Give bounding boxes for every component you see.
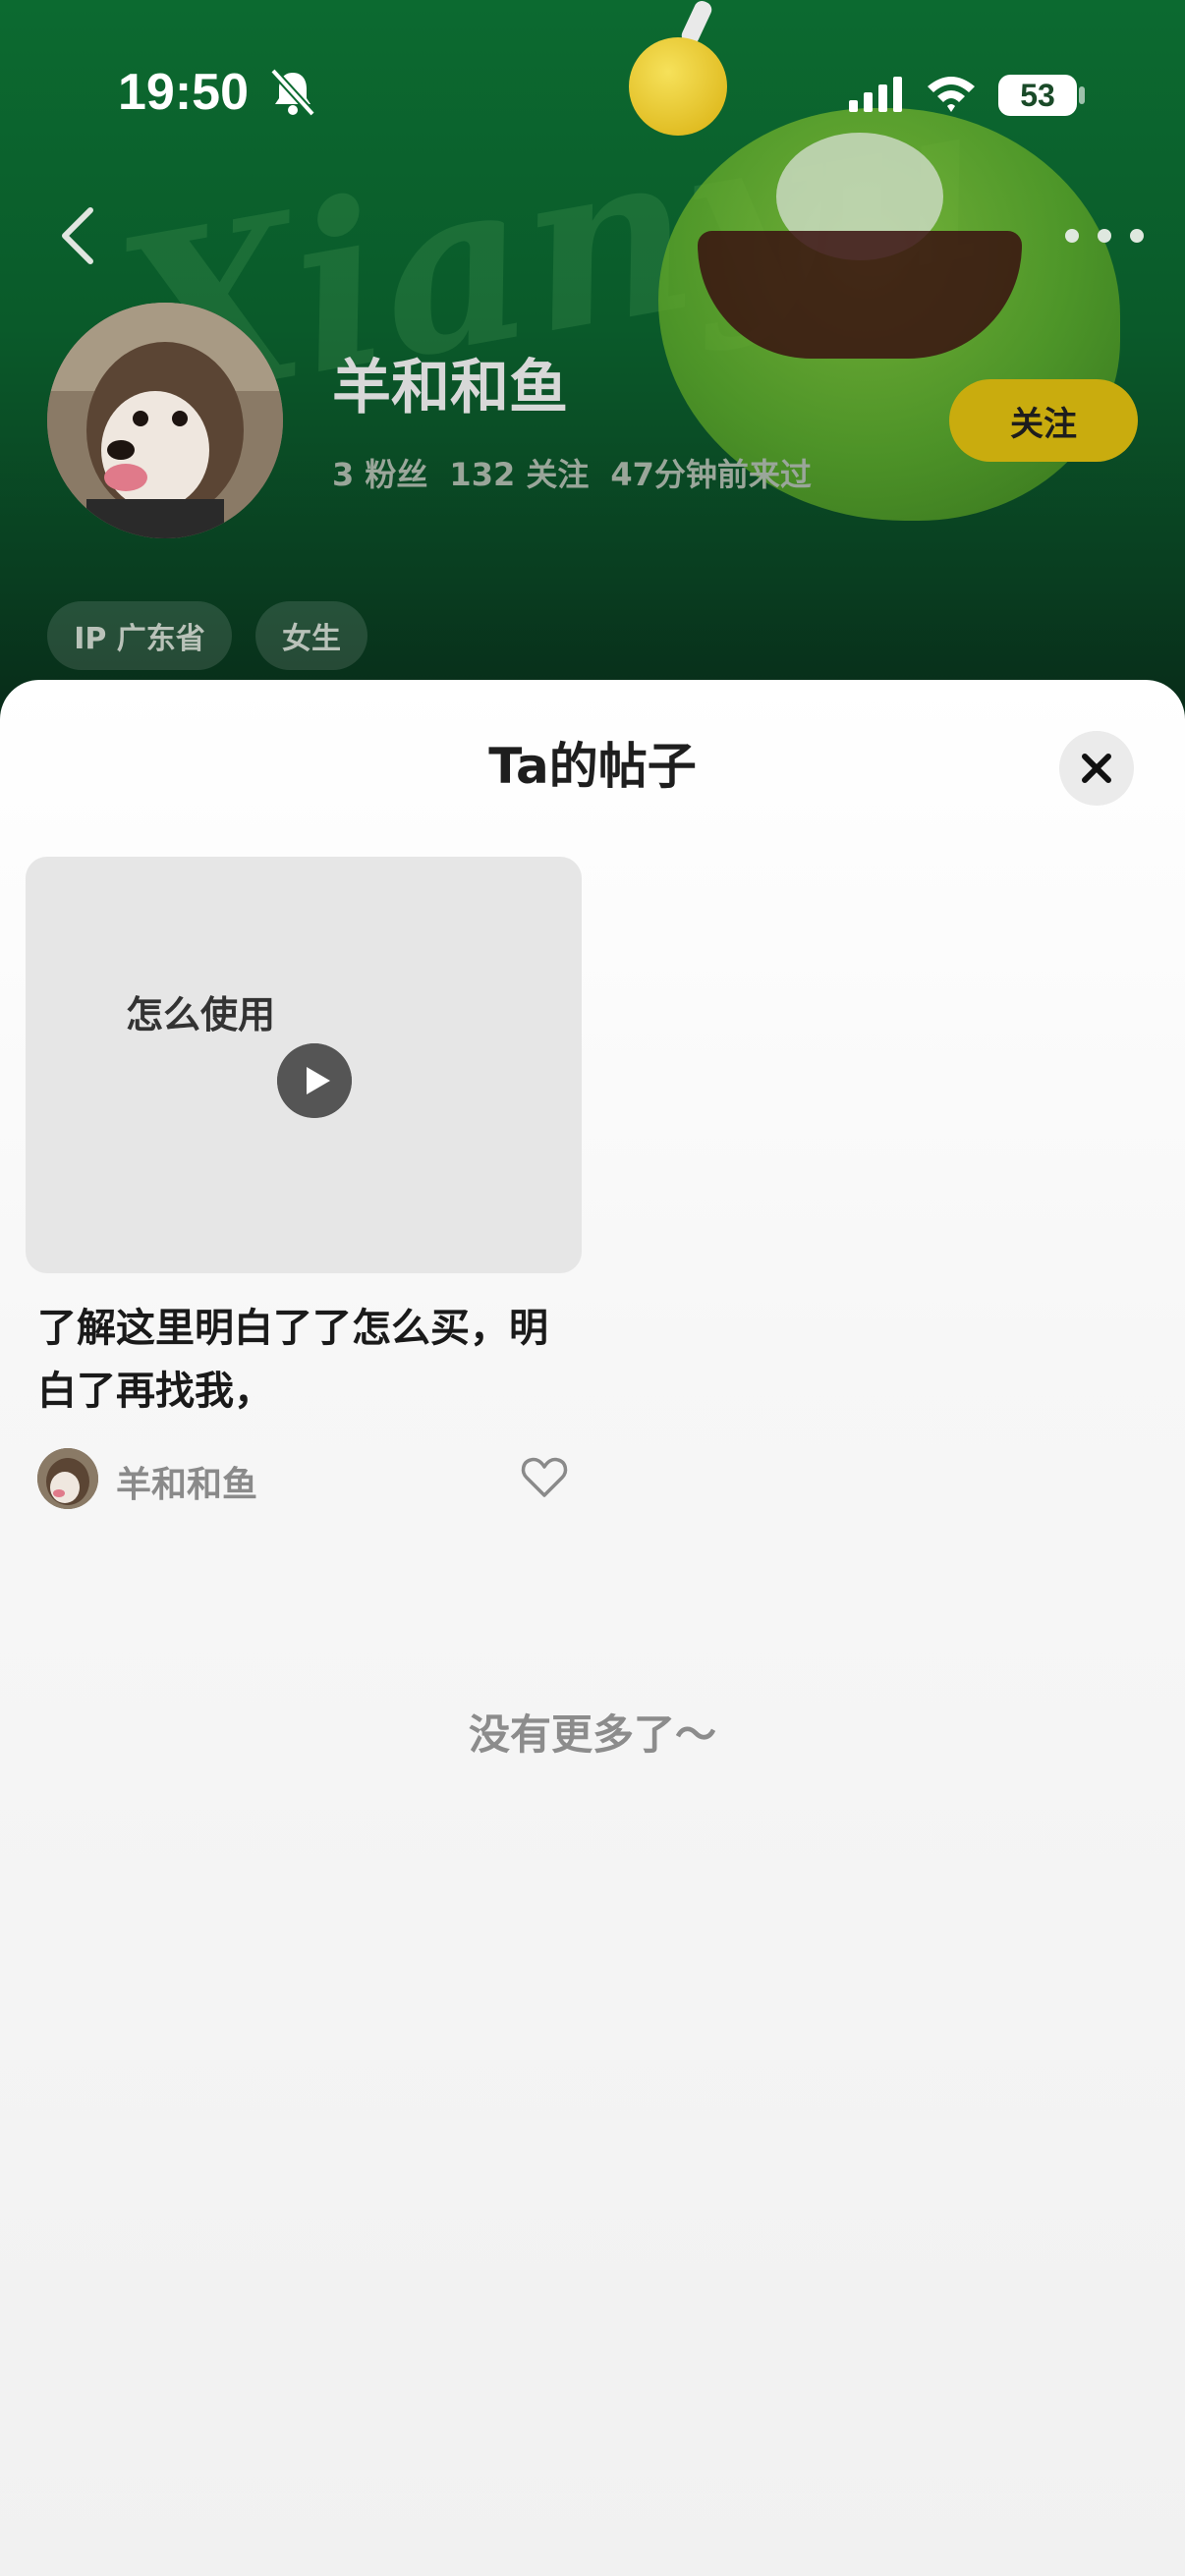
wifi-icon: [928, 77, 975, 112]
gender-tag: 女生: [255, 601, 367, 670]
avatar[interactable]: [47, 303, 283, 538]
author-name[interactable]: 羊和和鱼: [116, 1456, 257, 1507]
battery-indicator: 53: [998, 75, 1077, 116]
post-title[interactable]: 了解这里明白了了怎么买，明白了再找我，: [37, 1297, 558, 1423]
post-author-row: 羊和和鱼: [37, 1446, 574, 1511]
follow-button[interactable]: 关注: [949, 379, 1138, 462]
more-dots-icon[interactable]: [1065, 216, 1144, 255]
sheet-title: Ta的帖子: [488, 738, 697, 795]
chevron-left-icon[interactable]: [49, 196, 108, 275]
dog-avatar-image: [37, 1448, 98, 1509]
dot: [1065, 229, 1079, 243]
profile-stats: 3 粉丝 132 关注 47分钟前来过: [332, 450, 812, 495]
author-avatar[interactable]: [37, 1448, 98, 1509]
dot: [1130, 229, 1144, 243]
status-time: 19:50: [118, 64, 249, 121]
bell-slash-icon: [270, 68, 315, 117]
following-count[interactable]: 132 关注: [449, 450, 589, 495]
profile-header: Xianyu 19:50 53 羊和和鱼 3 粉丝 132 关注 47分钟前来过…: [0, 0, 1185, 727]
post-card[interactable]: 怎么使用 了解这里明白了了怎么买，明白了再找我， 羊和和鱼: [26, 857, 582, 1525]
heart-outline-icon[interactable]: [519, 1452, 570, 1503]
followers-count[interactable]: 3 粉丝: [332, 450, 427, 495]
ip-location-tag: IP 广东省: [47, 601, 232, 670]
profile-name: 羊和和鱼: [332, 354, 568, 422]
thumbnail-caption: 怎么使用: [126, 993, 276, 1036]
play-icon[interactable]: [277, 1043, 352, 1118]
post-thumbnail[interactable]: 怎么使用: [26, 857, 582, 1273]
posts-sheet: Ta的帖子 怎么使用 了解这里明白了了怎么买，明白了再找我， 羊和和鱼 没有更多…: [0, 680, 1185, 2576]
end-of-list-text: 没有更多了～: [468, 1710, 716, 1759]
battery-cap: [1079, 86, 1085, 104]
close-icon[interactable]: [1059, 731, 1134, 806]
dog-avatar-image: [47, 303, 283, 538]
last-seen: 47分钟前来过: [610, 456, 812, 493]
dot: [1098, 229, 1111, 243]
signal-icon: [849, 77, 902, 112]
mascot-ball: [629, 37, 727, 136]
